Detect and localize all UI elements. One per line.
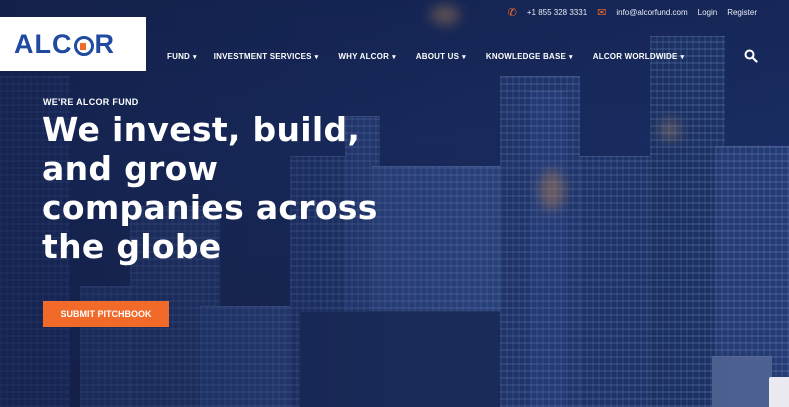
mail-icon: ✉: [597, 7, 607, 19]
nav-item-investment-services[interactable]: INVESTMENT SERVICES ▾: [214, 52, 319, 61]
caret-down-icon: ▾: [193, 53, 197, 61]
phone-link[interactable]: +1 855 328 3331: [527, 8, 587, 17]
caret-down-icon: ▾: [569, 53, 573, 61]
search-icon[interactable]: [744, 49, 758, 63]
register-link[interactable]: Register: [727, 8, 757, 17]
nav-label: KNOWLEDGE BASE: [485, 52, 567, 61]
headline-line: the globe: [42, 227, 222, 266]
nav-item-about-us[interactable]: ABOUT US ▾: [416, 52, 466, 61]
caret-down-icon: ▾: [314, 53, 319, 61]
headline-line: and grow: [42, 149, 219, 188]
nav-item-alcor-worldwide[interactable]: ALCOR WORLDWIDE ▾: [593, 52, 684, 61]
recaptcha-badge[interactable]: [769, 377, 789, 407]
main-nav: FUND ▾ INVESTMENT SERVICES ▾ WHY ALCOR ▾ AB…: [167, 52, 684, 61]
nav-label: INVESTMENT SERVICES: [213, 52, 312, 61]
logo-text-right: R: [94, 28, 115, 59]
nav-label: WHY ALCOR: [338, 52, 390, 61]
caret-down-icon: ▾: [462, 53, 466, 61]
logo[interactable]: ALC R: [0, 17, 146, 71]
nav-item-knowledge-base[interactable]: KNOWLEDGE BASE ▾: [486, 52, 573, 61]
email-link[interactable]: info@alcorfund.com: [616, 8, 687, 17]
logo-text: ALC R: [14, 29, 115, 60]
nav-item-why-alcor[interactable]: WHY ALCOR ▾: [338, 52, 395, 61]
logo-o-icon: [73, 35, 94, 56]
contact-bar: ✆ +1 855 328 3331 ✉ info@alcorfund.com L…: [508, 6, 757, 19]
phone-icon: ✆: [507, 7, 517, 19]
nav-label: ALCOR WORLDWIDE: [592, 52, 678, 61]
caret-down-icon: ▾: [680, 53, 685, 61]
headline-line: companies across: [42, 188, 378, 227]
nav-label: ABOUT US: [415, 52, 460, 61]
headline-line: We invest, build,: [42, 110, 361, 149]
nav-label: FUND: [167, 52, 191, 61]
hero-headline: We invest, build, and grow companies acr…: [42, 110, 402, 266]
submit-pitchbook-button[interactable]: SUBMIT PITCHBOOK: [43, 301, 169, 327]
login-link[interactable]: Login: [698, 8, 718, 17]
caret-down-icon: ▾: [392, 53, 396, 61]
hero-section: ✆ +1 855 328 3331 ✉ info@alcorfund.com L…: [0, 0, 789, 407]
hero-eyebrow: WE'RE ALCOR FUND: [43, 97, 139, 107]
logo-text-left: ALC: [14, 28, 73, 59]
nav-item-fund[interactable]: FUND ▾: [167, 52, 197, 61]
